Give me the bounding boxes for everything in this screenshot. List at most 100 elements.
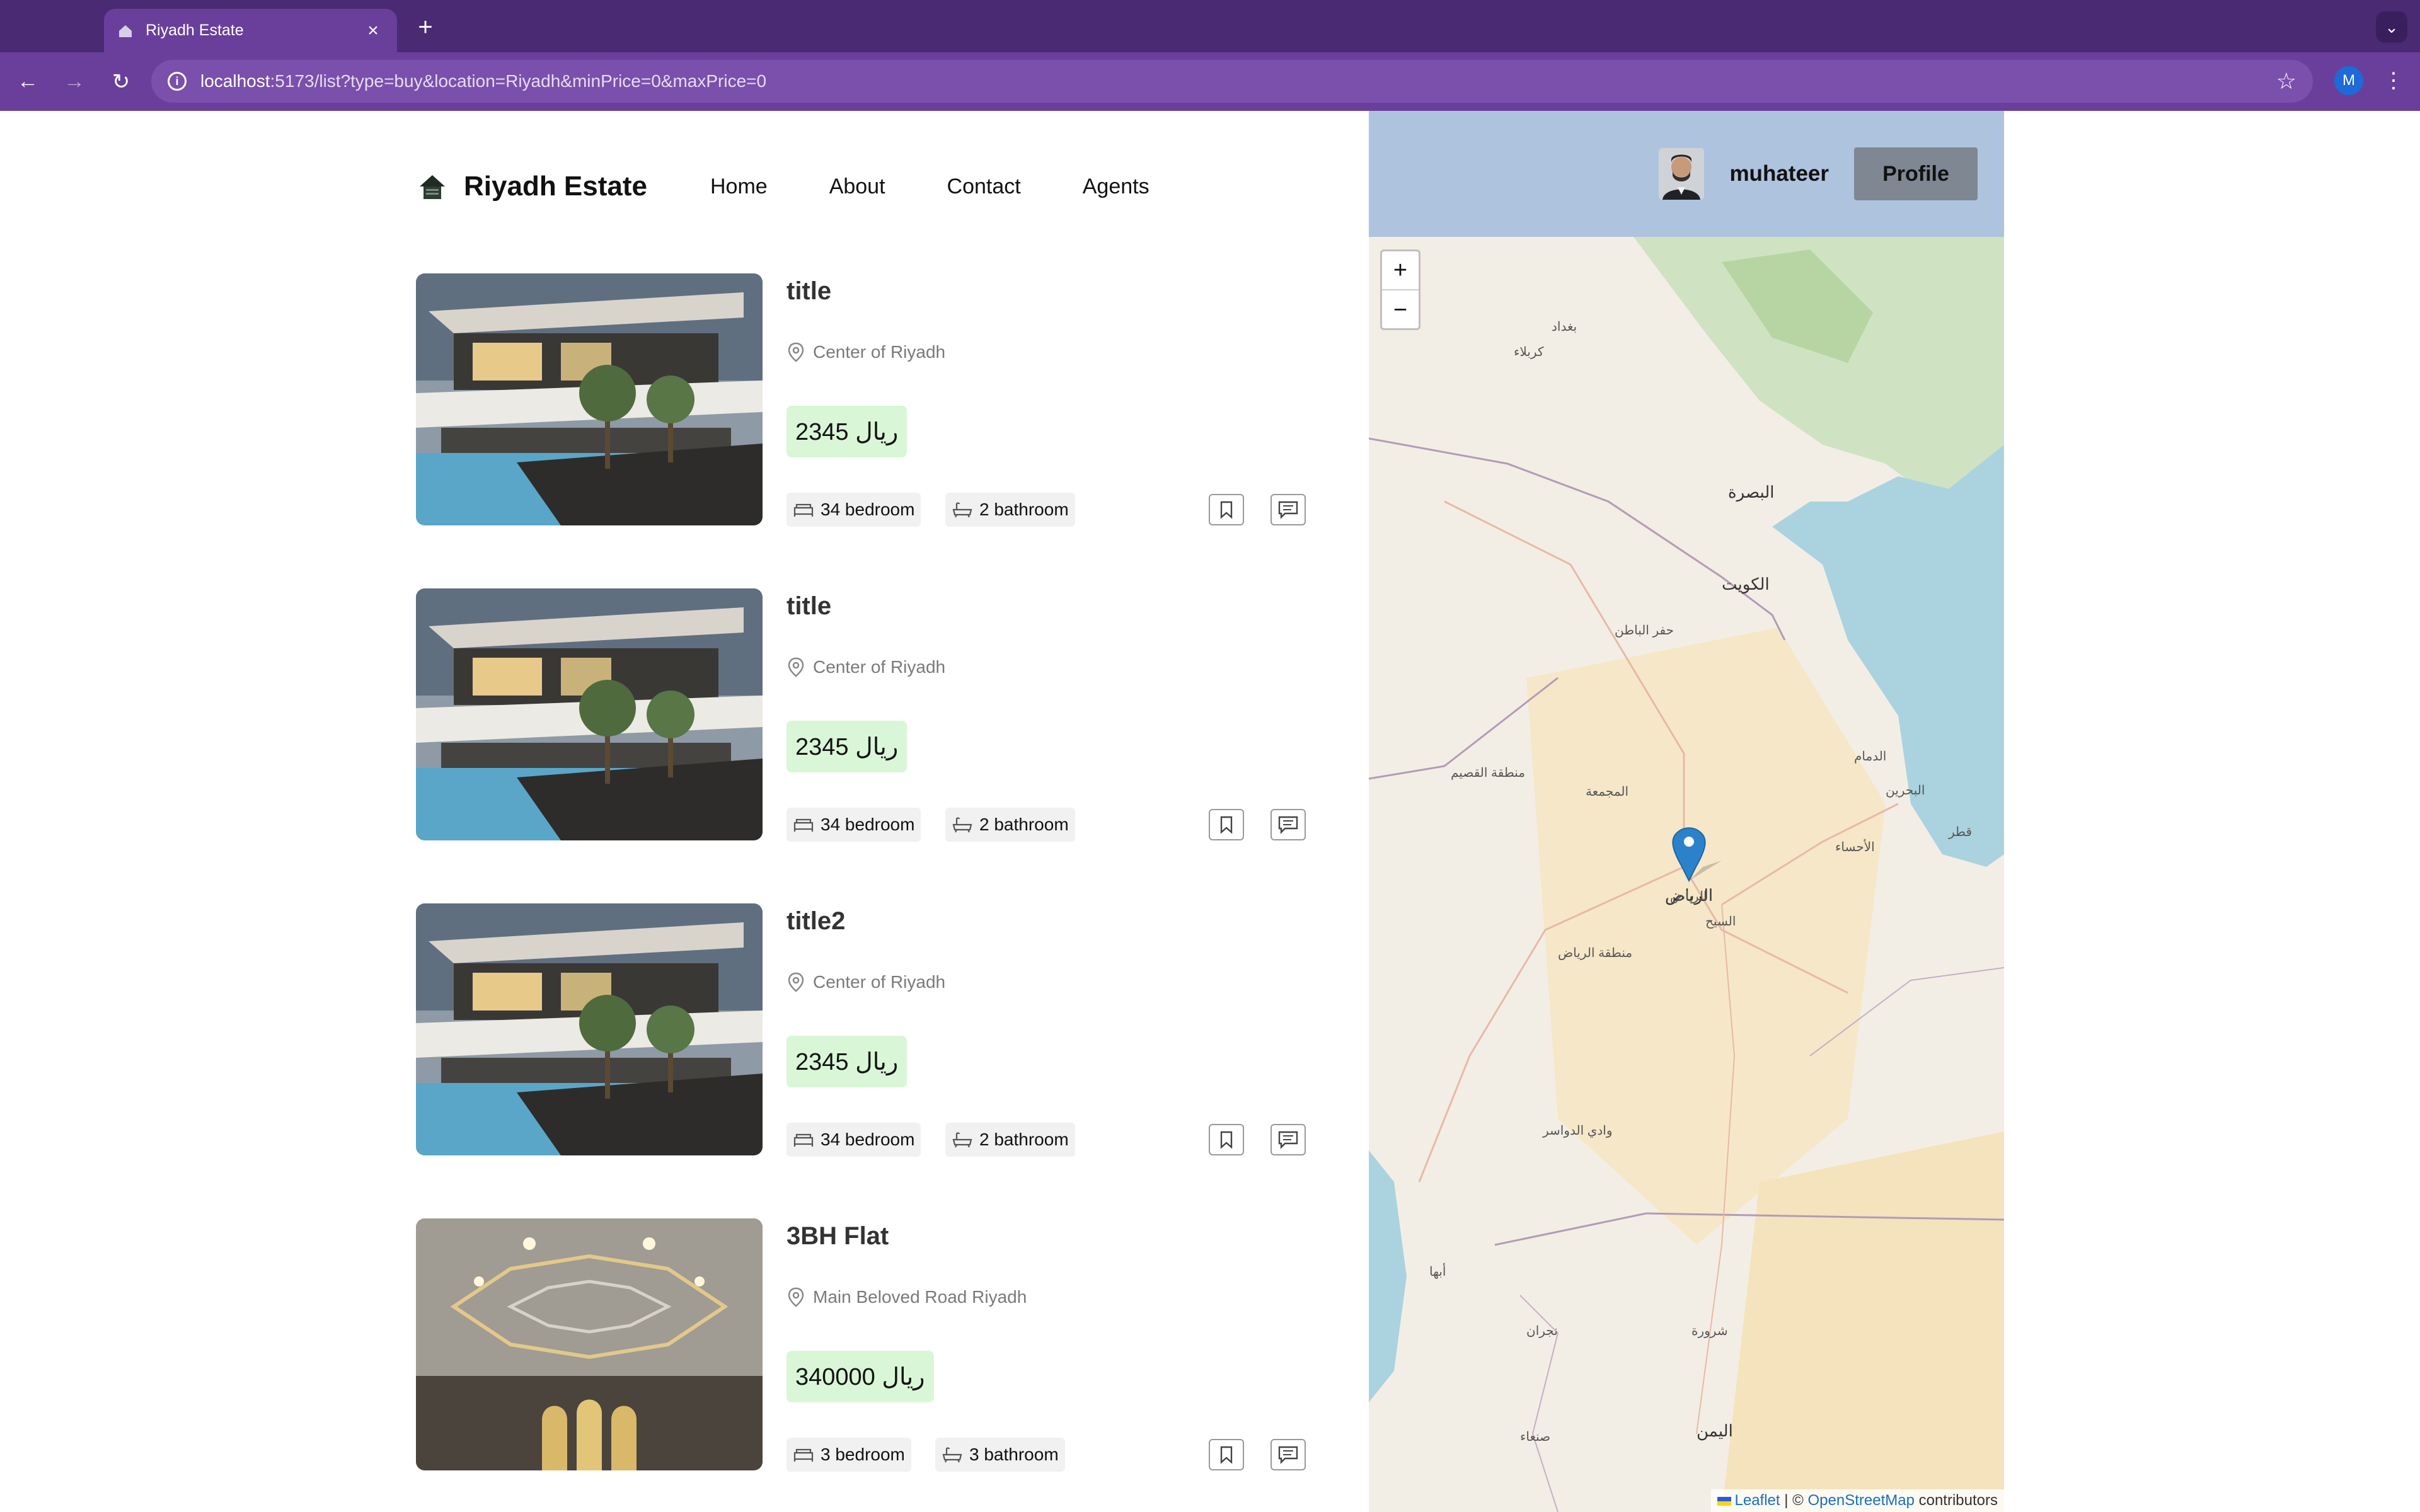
listing-address: Center of Riyadh (786, 971, 945, 993)
nav-link-about[interactable]: About (829, 175, 885, 199)
chat-button[interactable] (1270, 494, 1306, 525)
zoom-in-button[interactable]: + (1382, 251, 1419, 290)
bedroom-count: 3 bedroom (786, 1438, 911, 1472)
bathroom-count: 2 bathroom (945, 493, 1075, 527)
nav-link-agents[interactable]: Agents (1083, 175, 1150, 199)
bookmark-icon (1220, 1131, 1233, 1149)
listing-title[interactable]: title (786, 592, 831, 621)
save-bookmark-button[interactable] (1209, 494, 1244, 525)
bathroom-count-text: 2 bathroom (979, 1130, 1069, 1149)
bath-icon (942, 1447, 962, 1463)
zoom-control: + − (1380, 249, 1420, 330)
listing-image-villa[interactable] (416, 273, 763, 525)
leaflet-flag-icon (1717, 1496, 1731, 1506)
map-label-baghdad: بغداد (1552, 320, 1577, 334)
reload-icon[interactable]: ↻ (102, 63, 140, 101)
attribution-separator: | © (1780, 1492, 1808, 1509)
save-bookmark-button[interactable] (1209, 809, 1244, 840)
browser-tab-strip: Riyadh Estate × + ⌄ (0, 0, 2420, 52)
leaflet-link[interactable]: Leaflet (1735, 1492, 1780, 1509)
location-pin-icon (788, 342, 804, 362)
map-label-sharurah: شرورة (1691, 1324, 1728, 1338)
listing-address-text: Main Beloved Road Riyadh (813, 1287, 1027, 1307)
map-label-qatar: قطر (1949, 825, 1973, 839)
browser-menu-icon[interactable]: ⋮ (2381, 66, 2406, 95)
chat-icon (1278, 1446, 1298, 1464)
site-info-icon[interactable]: i (168, 72, 187, 91)
bookmark-star-icon[interactable]: ☆ (2276, 68, 2296, 94)
bookmark-icon (1220, 501, 1233, 519)
bedroom-count-text: 34 bedroom (821, 1130, 915, 1149)
nav-link-home[interactable]: Home (710, 175, 768, 199)
map-label-yemen: اليمن (1697, 1421, 1733, 1440)
map-label-bahrain: البحرين (1886, 784, 1925, 798)
address-bar[interactable]: i localhost:5173/list?type=buy&location=… (151, 60, 2313, 103)
close-tab-icon[interactable]: × (362, 20, 384, 42)
save-bookmark-button[interactable] (1209, 1124, 1244, 1155)
bedroom-count-text: 34 bedroom (821, 815, 915, 834)
map-label-kuwait: الكويت (1722, 575, 1770, 593)
browser-toolbar: ← → ↻ i localhost:5173/list?type=buy&loc… (0, 52, 2420, 111)
nav-link-contact[interactable]: Contact (947, 175, 1021, 199)
listing-card[interactable]: 3BH Flat Main Beloved Road Riyadh 340000… (416, 1218, 1311, 1472)
bedroom-count: 34 bedroom (786, 808, 921, 842)
chat-button[interactable] (1270, 1439, 1306, 1470)
map-label-sayh: السيح (1705, 915, 1736, 929)
chat-icon (1278, 1131, 1298, 1149)
logo-text: Riyadh Estate (464, 171, 647, 202)
location-pin-icon (788, 657, 804, 677)
browser-tab-active[interactable]: Riyadh Estate × (104, 9, 397, 52)
tab-title: Riyadh Estate (146, 21, 244, 39)
listing-address-text: Center of Riyadh (813, 972, 946, 992)
bed-icon (793, 1448, 814, 1462)
back-arrow-icon[interactable]: ← (9, 63, 47, 101)
listing-address-text: Center of Riyadh (813, 657, 946, 677)
map-label-majmaah: المجمعة (1586, 785, 1629, 799)
map-label-sanaa: صنعاء (1520, 1430, 1551, 1444)
bookmark-icon (1220, 1446, 1233, 1464)
listing-image-villa[interactable] (416, 903, 763, 1155)
logo-house-icon (420, 175, 445, 199)
browser-profile-avatar[interactable]: M (2334, 66, 2363, 95)
zoom-out-button[interactable]: − (1382, 290, 1419, 329)
listing-address: Center of Riyadh (786, 656, 945, 678)
listing-image-villa[interactable] (416, 588, 763, 840)
listing-card[interactable]: title Center of Riyadh 2345 ريال 34 bedr… (416, 273, 1311, 527)
leaflet-map[interactable]: بغداد كربلاء البصرة الكويت حفر الباطن ال… (1369, 237, 2004, 1512)
chat-button[interactable] (1270, 809, 1306, 840)
map-label-karbala: كربلاء (1514, 345, 1544, 359)
bathroom-count: 2 bathroom (945, 1123, 1075, 1157)
bed-icon (793, 1133, 814, 1147)
map-label-riyadh-city: الرياض (1670, 890, 1707, 903)
listing-title[interactable]: title (786, 277, 831, 306)
listing-card[interactable]: title Center of Riyadh 2345 ريال 34 bedr… (416, 588, 1311, 842)
tab-search-chevron-icon[interactable]: ⌄ (2376, 11, 2407, 43)
listing-address: Main Beloved Road Riyadh (786, 1286, 1027, 1308)
listing-price: 2345 ريال (786, 1036, 908, 1087)
url-host: localhost (200, 71, 270, 91)
chat-icon (1278, 816, 1298, 834)
listing-column: Riyadh Estate Home About Contact Agents (416, 111, 1368, 1512)
bookmark-icon (1220, 816, 1233, 834)
new-tab-button[interactable]: + (410, 11, 441, 43)
bed-icon (793, 503, 814, 517)
listing-title[interactable]: 3BH Flat (786, 1222, 889, 1251)
bath-icon (952, 502, 972, 518)
site-logo[interactable]: Riyadh Estate (416, 170, 647, 203)
listing-image-interior[interactable] (416, 1218, 763, 1470)
listing-title[interactable]: title2 (786, 907, 845, 936)
bathroom-count: 3 bathroom (935, 1438, 1065, 1472)
osm-link[interactable]: OpenStreetMap (1808, 1492, 1915, 1509)
map-label-basra: البصرة (1728, 483, 1775, 501)
location-pin-icon (788, 972, 804, 992)
bedroom-count-text: 3 bedroom (821, 1445, 905, 1464)
bedroom-count: 34 bedroom (786, 493, 921, 527)
forward-arrow-icon[interactable]: → (55, 63, 93, 101)
listing-card[interactable]: title2 Center of Riyadh 2345 ريال 34 bed… (416, 903, 1311, 1157)
profile-button[interactable]: Profile (1854, 147, 1978, 200)
location-pin-icon (788, 1287, 804, 1307)
listing-address-text: Center of Riyadh (813, 342, 946, 362)
avatar[interactable] (1659, 148, 1705, 200)
chat-button[interactable] (1270, 1124, 1306, 1155)
save-bookmark-button[interactable] (1209, 1439, 1244, 1470)
